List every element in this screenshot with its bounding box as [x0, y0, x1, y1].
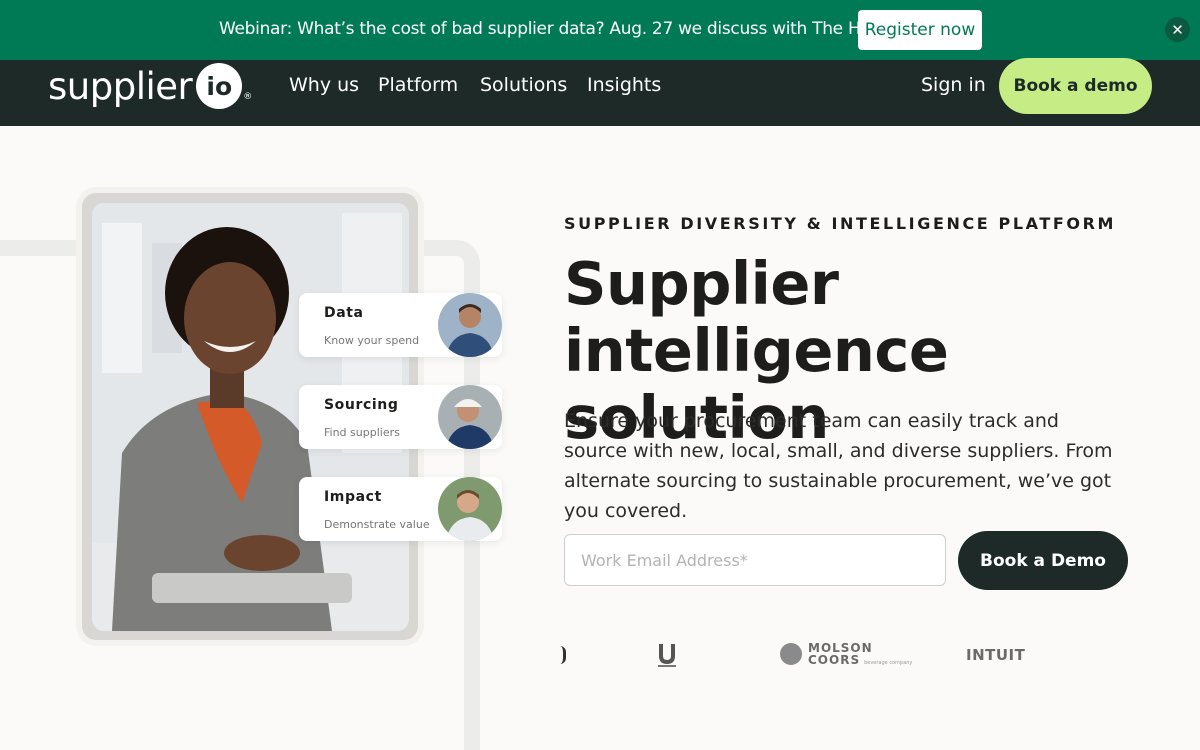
avatar: [438, 293, 502, 357]
book-a-demo-nav-button[interactable]: Book a demo: [999, 58, 1152, 114]
webinar-banner: Webinar: What’s the cost of bad supplier…: [0, 0, 1200, 60]
card-subtitle: Know your spend: [324, 334, 420, 347]
avatar: [438, 477, 502, 541]
molson-coors-mark: [780, 643, 802, 665]
feature-card-impact[interactable]: Impact Demonstrate value: [299, 477, 502, 541]
sign-in-link[interactable]: Sign in: [921, 74, 986, 96]
unilever-logo: [656, 642, 678, 668]
logo-io-mark: io: [196, 63, 243, 109]
eyebrow-label: SUPPLIER DIVERSITY & INTELLIGENCE PLATFO…: [564, 214, 1117, 233]
nav-link-insights[interactable]: Insights: [587, 74, 661, 96]
card-subtitle: Find suppliers: [324, 426, 400, 439]
molson-tagline: beverage company: [864, 660, 913, 666]
intuit-logo: INTUIT: [966, 646, 1026, 664]
nav-link-platform[interactable]: Platform: [378, 74, 458, 96]
feature-card-sourcing[interactable]: Sourcing Find suppliers: [299, 385, 502, 449]
book-a-demo-button[interactable]: Book a Demo: [958, 531, 1128, 590]
partial-logo: [560, 646, 566, 664]
supplierio-logo[interactable]: supplier io ®: [48, 62, 252, 110]
registered-mark: ®: [243, 92, 253, 102]
feature-card-data[interactable]: Data Know your spend: [299, 293, 502, 357]
card-title: Impact: [324, 489, 382, 505]
logo-wordmark: supplier: [48, 64, 193, 108]
work-email-input[interactable]: [564, 534, 946, 586]
coors-text: COORS: [808, 653, 861, 667]
register-now-button[interactable]: Register now: [858, 10, 982, 50]
nav-link-why-us[interactable]: Why us: [289, 74, 359, 96]
close-icon[interactable]: ✕: [1165, 17, 1190, 42]
molson-coors-logo: MOLSON COORS beverage company: [780, 642, 912, 666]
card-subtitle: Demonstrate value: [324, 518, 430, 531]
card-title: Data: [324, 305, 364, 321]
nav-link-solutions[interactable]: Solutions: [480, 74, 567, 96]
headline-line-1: Supplier: [564, 249, 839, 318]
card-title: Sourcing: [324, 397, 399, 413]
avatar: [438, 385, 502, 449]
hero-description: Ensure your procurement team can easily …: [564, 410, 1113, 522]
